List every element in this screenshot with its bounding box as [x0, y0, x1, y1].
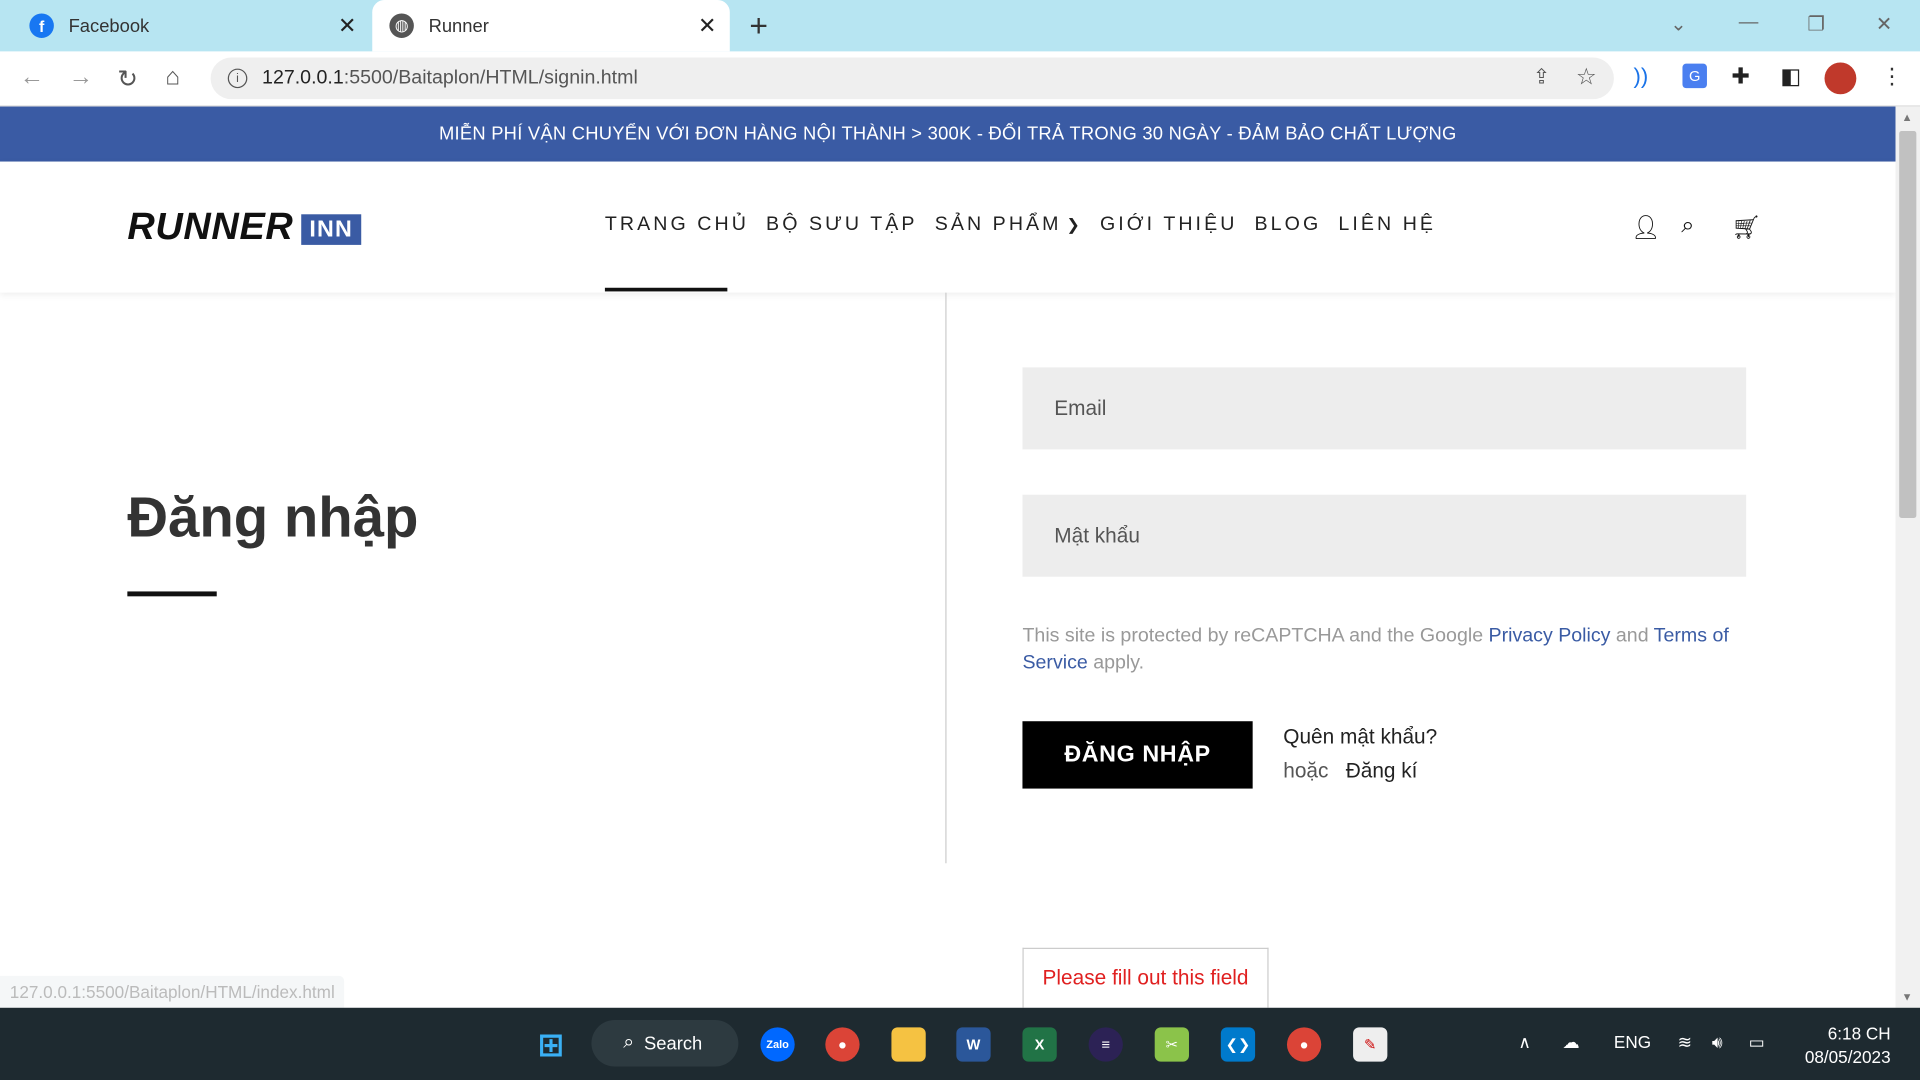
url-text: 127.0.0.1:5500/Baitaplon/HTML/signin.htm… [262, 67, 638, 89]
share-icon[interactable]: ⇪ [1533, 65, 1550, 89]
globe-icon: ◍ [389, 13, 414, 38]
url-path: :5500/Baitaplon/HTML/signin.html [343, 67, 638, 89]
scroll-up-icon[interactable]: ▲ [1902, 111, 1913, 123]
nav-item-products[interactable]: SẢN PHẨM ❯ [935, 214, 1083, 236]
search-label: Search [644, 1032, 703, 1054]
scroll-down-icon[interactable]: ▼ [1902, 991, 1913, 1003]
title-underline [127, 591, 217, 597]
email-field[interactable]: Email [1022, 367, 1747, 450]
password-placeholder: Mật khẩu [1054, 523, 1140, 547]
site-header: RUNNER INN TRANG CHỦ BỘ SƯU TẬP SẢN PHẨM… [0, 161, 1896, 293]
chevron-down-icon: ❯ [1066, 215, 1083, 234]
site-info-icon[interactable]: i [227, 68, 248, 89]
facebook-icon: f [29, 13, 54, 38]
new-tab-button[interactable]: + [749, 7, 768, 45]
logo[interactable]: RUNNER INN [127, 204, 362, 248]
minimize-icon[interactable]: — [1739, 12, 1759, 34]
browser-tab-bar: f Facebook ✕ ◍ Runner ✕ + ⌄ — ❐ ✕ [0, 0, 1920, 52]
battery-icon[interactable]: ▭ [1749, 1032, 1765, 1053]
nav-item-collection[interactable]: BỘ SƯU TẬP [766, 214, 918, 236]
file-explorer-icon[interactable] [891, 1027, 926, 1062]
recaptcha-text: and [1610, 625, 1654, 647]
excel-icon[interactable]: X [1022, 1027, 1057, 1062]
home-icon[interactable]: ⌂ [165, 64, 180, 92]
avatar[interactable] [1824, 62, 1857, 95]
tab-runner[interactable]: ◍ Runner ✕ [372, 0, 730, 52]
forward-icon[interactable]: → [69, 64, 93, 92]
clock[interactable]: 6:18 CH 08/05/2023 [1798, 1022, 1891, 1069]
translate-icon[interactable]: G [1682, 63, 1707, 89]
tray-chevron-icon[interactable]: ∧ [1518, 1032, 1531, 1053]
announcement-bar: MIỄN PHÍ VẬN CHUYỂN VỚI ĐƠN HÀNG NỘI THÀ… [0, 106, 1896, 162]
email-placeholder: Email [1054, 396, 1107, 420]
close-tab-icon[interactable]: ✕ [338, 13, 356, 39]
search-icon: ⌕ [623, 1032, 635, 1054]
volume-icon[interactable]: 🔊︎ [1712, 1032, 1723, 1053]
read-aloud-icon[interactable]: )) [1633, 64, 1648, 90]
word-icon[interactable]: W [956, 1027, 991, 1062]
snipping-icon[interactable]: ✂ [1154, 1027, 1189, 1062]
tab-facebook[interactable]: f Facebook ✕ [0, 0, 370, 51]
chrome-icon[interactable]: ● [825, 1027, 860, 1062]
extensions-icon[interactable]: ✚ [1731, 64, 1749, 90]
close-window-icon[interactable]: ✕ [1876, 12, 1892, 36]
windows-start-icon[interactable]: ⊞ [534, 1026, 568, 1063]
nav-item-about[interactable]: GIỚI THIỆU [1100, 214, 1237, 236]
onedrive-icon[interactable]: ☁ [1562, 1032, 1579, 1053]
clock-date: 08/05/2023 [1804, 1046, 1891, 1067]
side-panel-icon[interactable]: ◧ [1780, 64, 1801, 90]
register-link[interactable]: Đăng kí [1346, 759, 1418, 783]
browser-toolbar: ← → ↻ ⌂ i 127.0.0.1:5500/Baitaplon/HTML/… [0, 51, 1920, 107]
logo-badge: INN [300, 214, 362, 245]
back-icon[interactable]: ← [20, 64, 44, 92]
or-label: hoặc [1283, 759, 1329, 783]
recaptcha-notice: This site is protected by reCAPTCHA and … [1022, 623, 1757, 677]
address-bar[interactable]: i 127.0.0.1:5500/Baitaplon/HTML/signin.h… [210, 57, 1614, 100]
clock-time: 6:18 CH [1827, 1023, 1891, 1044]
page-scrollbar[interactable]: ▲ ▼ [1895, 106, 1920, 1008]
nav-item-label: SẢN PHẨM [934, 214, 1062, 236]
vscode-icon[interactable]: ❮❯ [1220, 1027, 1256, 1062]
close-tab-icon[interactable]: ✕ [698, 13, 716, 39]
restore-icon[interactable]: ❐ [1807, 12, 1825, 36]
menu-kebab-icon[interactable]: ⋮ [1881, 64, 1903, 90]
main-nav: TRANG CHỦ BỘ SƯU TẬP SẢN PHẨM ❯ GIỚI THIỆ… [605, 214, 1453, 236]
wifi-icon[interactable]: ≋ [1678, 1032, 1692, 1053]
editor-icon[interactable]: ✎ [1353, 1027, 1388, 1062]
user-icon[interactable]: 👤︎ [1631, 213, 1661, 242]
chrome-profile-icon[interactable]: ● [1286, 1027, 1322, 1062]
logo-text: RUNNER [127, 204, 294, 248]
nav-item-contact[interactable]: LIÊN HỆ [1338, 214, 1436, 236]
nav-item-home[interactable]: TRANG CHỦ [605, 214, 749, 236]
forgot-password-link[interactable]: Quên mật khẩu? [1283, 725, 1437, 749]
tab-title: Runner [428, 15, 489, 37]
url-host: 127.0.0.1 [262, 67, 344, 89]
nav-item-blog[interactable]: BLOG [1255, 214, 1322, 236]
zalo-icon[interactable]: Zalo [760, 1027, 795, 1062]
privacy-policy-link[interactable]: Privacy Policy [1489, 626, 1611, 647]
eclipse-icon[interactable]: ≡ [1088, 1027, 1123, 1062]
recaptcha-text: apply. [1087, 652, 1145, 674]
taskbar: ⊞ ⌕ Search Zalo ● W X ≡ ✂ ❮❯ ● ✎ ∧ ☁ ENG … [0, 1007, 1920, 1080]
language-indicator[interactable]: ENG [1614, 1032, 1651, 1052]
web-page: MIỄN PHÍ VẬN CHUYỂN VỚI ĐƠN HÀNG NỘI THÀ… [0, 106, 1896, 1008]
tab-search-icon[interactable]: ⌄ [1670, 12, 1686, 36]
password-field[interactable]: Mật khẩu [1022, 494, 1747, 577]
status-url: 127.0.0.1:5500/Baitaplon/HTML/index.html [0, 975, 345, 1008]
reload-icon[interactable]: ↻ [118, 64, 139, 95]
active-nav-underline [604, 287, 728, 292]
validation-tooltip: Please fill out this field [1022, 947, 1269, 1008]
recaptcha-text: This site is protected by reCAPTCHA and … [1022, 625, 1489, 647]
scrollbar-thumb[interactable] [1899, 131, 1917, 518]
login-button[interactable]: ĐĂNG NHẬP [1022, 721, 1253, 789]
bookmark-star-icon[interactable]: ☆ [1576, 64, 1597, 92]
search-icon[interactable]: ⌕ [1681, 213, 1694, 240]
login-left-panel [0, 292, 947, 864]
cart-icon[interactable]: 🛒︎ [1731, 213, 1761, 242]
tab-title: Facebook [68, 15, 150, 37]
taskbar-search[interactable]: ⌕ Search [591, 1020, 739, 1067]
page-title: Đăng nhập [127, 484, 419, 549]
